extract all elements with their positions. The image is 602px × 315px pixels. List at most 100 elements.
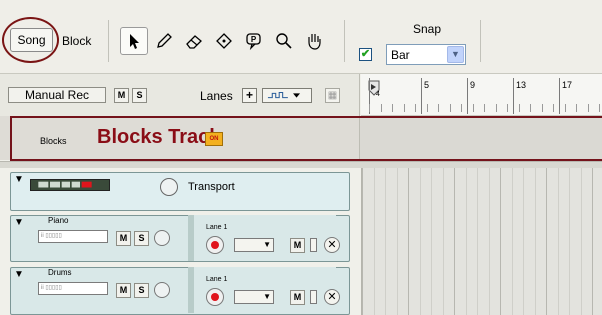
grid-line: [535, 168, 536, 315]
solo-button[interactable]: S: [134, 231, 149, 246]
pencil-tool-button[interactable]: [150, 27, 178, 55]
eraser-tool-button[interactable]: [180, 27, 208, 55]
grid-line: [420, 168, 421, 315]
select-tool-button[interactable]: [120, 27, 148, 55]
grid-line: [523, 168, 524, 315]
svg-text:P: P: [251, 35, 257, 44]
snap-label: Snap: [413, 22, 442, 36]
solo-button[interactable]: S: [134, 283, 149, 298]
ruler-minor-tick: [369, 104, 370, 112]
zoom-tool-button[interactable]: [270, 27, 298, 55]
lane-mute-button[interactable]: M: [290, 238, 305, 253]
grid-line: [443, 168, 444, 315]
lane-input-dropdown[interactable]: ▼: [234, 238, 274, 252]
ruler-minor-tick: [599, 104, 600, 112]
timeline-ruler[interactable]: 4 5 9 13 17: [361, 74, 602, 116]
close-icon[interactable]: ✕: [324, 289, 340, 305]
close-icon[interactable]: ✕: [324, 237, 340, 253]
grid-line: [500, 168, 501, 315]
section-divider: [0, 161, 602, 168]
grid-line: [362, 168, 363, 315]
track-volume-meter[interactable]: ii ▯▯▯▯▯: [38, 230, 108, 243]
ruler-minor-tick: [415, 104, 416, 112]
ruler-minor-tick: [427, 104, 428, 112]
collapse-arrow-icon[interactable]: ▼: [14, 269, 24, 280]
ruler-minor-tick: [530, 104, 531, 112]
record-arm-button[interactable]: [206, 288, 224, 306]
chevron-down-icon: ▼: [447, 46, 464, 63]
marker-tool-button[interactable]: P: [240, 27, 268, 55]
ruler-minor-tick: [381, 104, 382, 112]
add-lane-button[interactable]: +: [242, 88, 257, 103]
grid-line: [592, 168, 593, 315]
waveform-icon[interactable]: [160, 178, 178, 196]
song-mode-button[interactable]: Song: [10, 28, 53, 52]
ruler-number: 5: [424, 80, 430, 90]
ruler-tick: [513, 78, 514, 114]
toolbar-separator: [108, 20, 109, 62]
ruler-number: 9: [470, 80, 476, 90]
collapse-arrow-icon[interactable]: ▼: [14, 174, 24, 185]
solo-all-button[interactable]: S: [132, 88, 147, 103]
grid-line: [489, 168, 490, 315]
transport-controls[interactable]: [30, 179, 110, 191]
lane-mute-button[interactable]: M: [290, 290, 305, 305]
lanes-label: Lanes: [200, 89, 233, 103]
ruler-tick: [421, 78, 422, 114]
ruler-minor-tick: [565, 104, 566, 112]
track-volume-meter[interactable]: ii ▯▯▯▯▯: [38, 282, 108, 295]
ruler-number: 13: [516, 80, 527, 90]
snap-checkbox[interactable]: ✔: [359, 48, 372, 61]
grid-line: [408, 168, 409, 315]
grid-line: [431, 168, 432, 315]
manual-rec-button[interactable]: Manual Rec: [8, 87, 106, 103]
ruler-sub-number: 4: [376, 91, 380, 98]
waveform-icon[interactable]: [154, 230, 170, 246]
ruler-number: 17: [562, 80, 573, 90]
grid-view-icon[interactable]: ▦: [325, 88, 340, 103]
ruler-minor-tick: [542, 104, 543, 112]
waveform-icon[interactable]: [154, 282, 170, 298]
hand-icon: [308, 34, 321, 50]
grid-line: [477, 168, 478, 315]
grid-line: [558, 168, 559, 315]
toolbar-separator: [344, 20, 345, 62]
track-name[interactable]: Drums: [48, 268, 72, 277]
select-arrow-icon: [130, 34, 139, 49]
lane-level-indicator: [310, 290, 317, 304]
snap-select[interactable]: Bar ▼: [386, 44, 466, 65]
track-header-bar: Manual Rec M S Lanes + ▦: [0, 74, 360, 116]
grid-line: [454, 168, 455, 315]
grid-line: [512, 168, 513, 315]
mute-button[interactable]: M: [116, 231, 131, 246]
mute-all-button[interactable]: M: [114, 88, 129, 103]
lane-input-dropdown[interactable]: ▼: [234, 290, 274, 304]
ruler-minor-tick: [553, 104, 554, 112]
grid-line: [466, 168, 467, 315]
magnifier-icon: [276, 33, 292, 49]
mute-button[interactable]: M: [116, 283, 131, 298]
grid-line: [385, 168, 386, 315]
waveform-icon: [267, 91, 300, 99]
hand-tool-button[interactable]: [300, 27, 328, 55]
grid-line: [546, 168, 547, 315]
grid-line: [581, 168, 582, 315]
ruler-minor-tick: [576, 104, 577, 112]
track-name[interactable]: Piano: [48, 216, 68, 225]
lane-view-dropdown[interactable]: [262, 88, 312, 103]
ruler-minor-tick: [404, 104, 405, 112]
arrangement-grid[interactable]: [361, 168, 602, 315]
speech-bubble-icon: P: [246, 33, 261, 51]
pencil-icon: [157, 33, 172, 48]
ruler-tick: [559, 78, 560, 114]
grid-line: [374, 168, 375, 315]
grid-line: [397, 168, 398, 315]
paint-tool-button[interactable]: [210, 27, 238, 55]
snap-select-value: Bar: [391, 48, 410, 62]
blocks-track-highlight-frame: [10, 116, 602, 161]
record-arm-button[interactable]: [206, 236, 224, 254]
block-mode-button[interactable]: Block: [62, 34, 91, 48]
collapse-arrow-icon[interactable]: ▼: [14, 217, 24, 228]
ruler-minor-tick: [588, 104, 589, 112]
transport-label: Transport: [188, 181, 235, 193]
